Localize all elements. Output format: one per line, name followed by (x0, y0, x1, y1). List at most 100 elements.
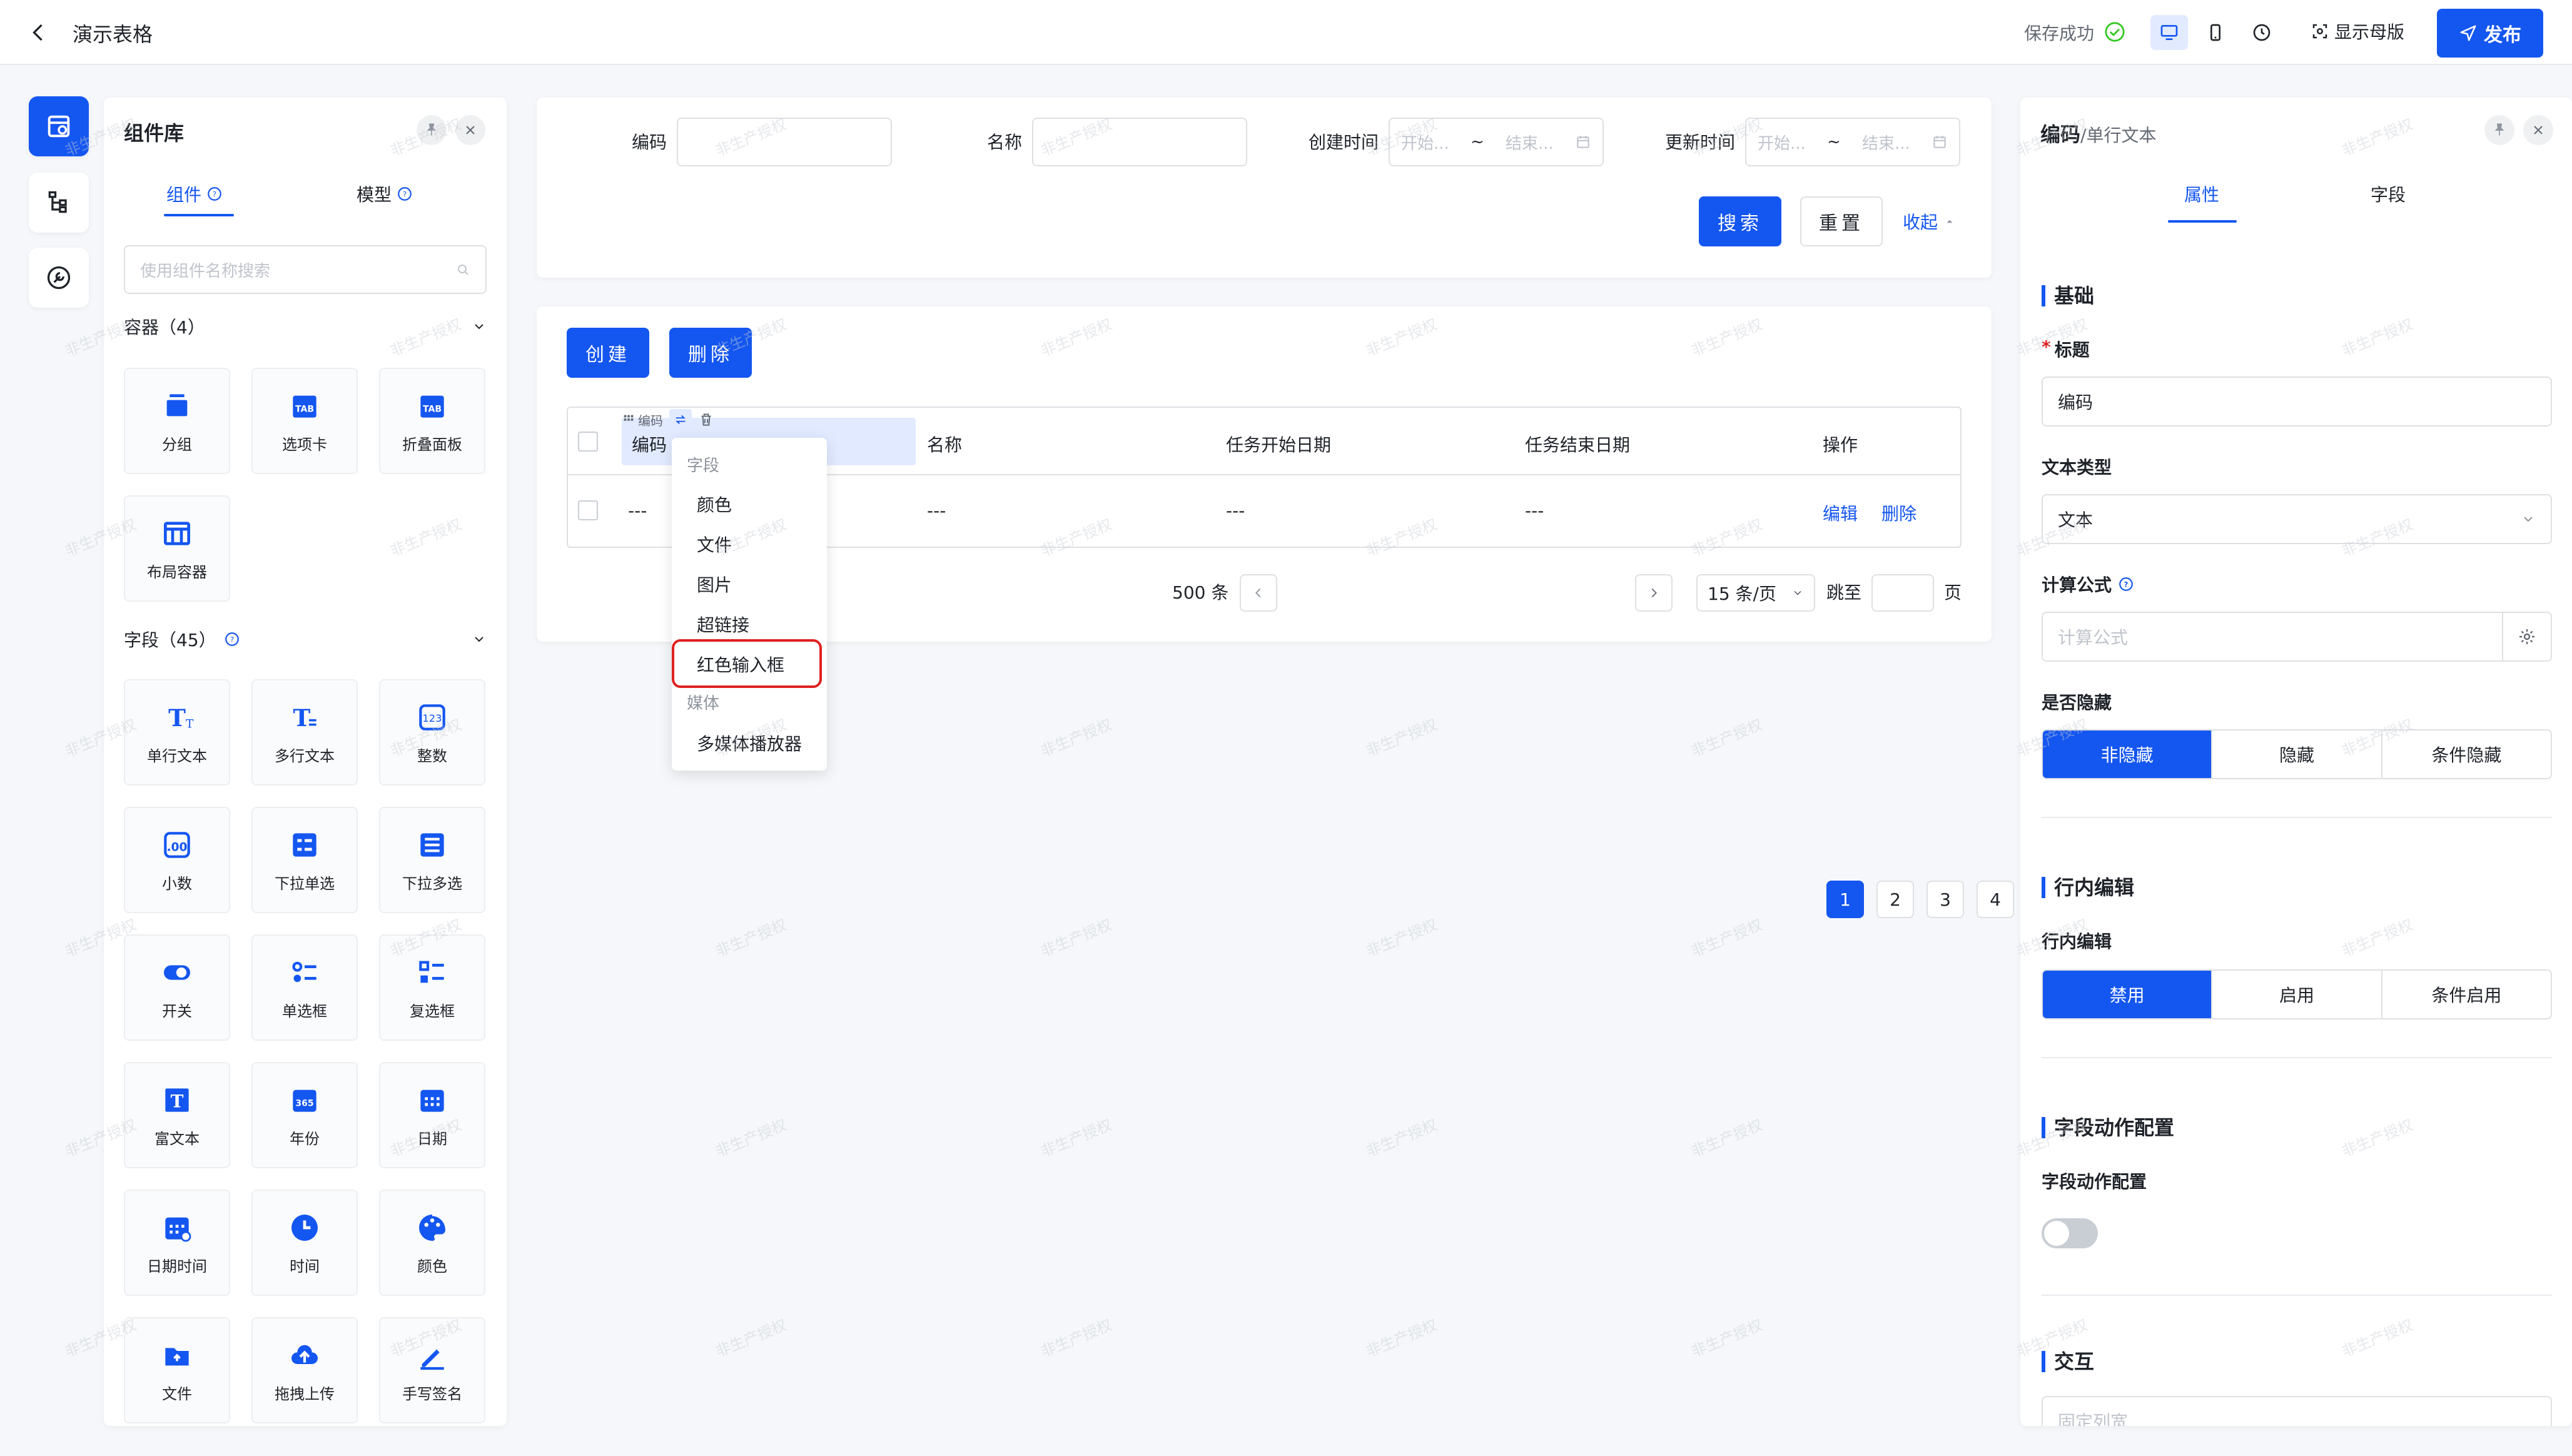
inline-option-enabled[interactable]: 启用 (2212, 971, 2382, 1018)
fixed-column-width-input[interactable]: 固定列宽 (2042, 1396, 2552, 1426)
close-icon (466, 126, 475, 134)
page-size-select[interactable]: 15 条/页 (1696, 574, 1815, 612)
pin-button[interactable] (417, 115, 447, 145)
create-button[interactable]: 创建 (567, 328, 649, 378)
row-checkbox[interactable] (578, 500, 598, 520)
hidden-option-visible[interactable]: 非隐藏 (2043, 731, 2213, 778)
chevron-left-icon[interactable] (28, 21, 50, 44)
component-card-file[interactable]: 文件 (124, 1317, 230, 1423)
start-placeholder: 开始... (1758, 134, 1806, 153)
component-card-color[interactable]: 颜色 (379, 1190, 485, 1296)
reset-button[interactable]: 重置 (1800, 196, 1883, 246)
row-edit-link[interactable]: 编辑 (1823, 500, 1858, 525)
svg-text:T: T (171, 1091, 184, 1111)
component-card-multi[interactable]: 下拉多选 (379, 807, 485, 913)
menu-item-color[interactable]: 颜色 (697, 492, 732, 517)
page-button[interactable]: 3 (1926, 881, 1964, 918)
text-type-select[interactable]: 文本 (2042, 494, 2552, 544)
component-card-date[interactable]: 日期 (379, 1062, 485, 1168)
component-card-radio[interactable]: 单选框 (251, 934, 358, 1041)
component-card-text2[interactable]: T 多行文本 (251, 679, 358, 786)
menu-group-field: 字段 (687, 457, 720, 475)
menu-item-media-player[interactable]: 多媒体播放器 (697, 731, 802, 756)
next-page-button[interactable] (1635, 574, 1673, 612)
updated-time-range-input[interactable]: 开始... ~ 结束... (1745, 118, 1960, 166)
watermark-text: 非生产授权 (1038, 916, 1115, 961)
menu-item-image[interactable]: 图片 (697, 572, 732, 597)
prev-page-button[interactable] (1240, 574, 1277, 612)
col-header-name[interactable]: 名称 (927, 432, 962, 457)
hidden-option-conditional[interactable]: 条件隐藏 (2382, 731, 2551, 778)
fields-section-header[interactable]: 字段（45） ? (124, 627, 487, 652)
desktop-view-button[interactable] (2150, 15, 2188, 50)
col-header-code[interactable]: 编码 (632, 432, 667, 457)
component-card-year[interactable]: 365 年份 (251, 1062, 358, 1168)
trash-icon[interactable] (698, 412, 714, 428)
name-input[interactable] (1032, 118, 1247, 166)
component-card-select[interactable]: 下拉单选 (251, 807, 358, 913)
inline-option-conditional[interactable]: 条件启用 (2382, 971, 2551, 1018)
mobile-view-button[interactable] (2197, 15, 2234, 50)
component-card-time[interactable]: 时间 (251, 1190, 358, 1296)
component-card-rich[interactable]: T 富文本 (124, 1062, 230, 1168)
created-time-range-input[interactable]: 开始... ~ 结束... (1389, 118, 1604, 166)
component-card-tab[interactable]: TAB 折叠面板 (379, 368, 485, 474)
watermark-text: 非生产授权 (713, 1316, 789, 1361)
formula-input[interactable]: 计算公式 (2042, 612, 2552, 662)
component-card-switch[interactable]: 开关 (124, 934, 230, 1041)
row-delete-link[interactable]: 删除 (1881, 500, 1916, 525)
rail-settings-button[interactable] (29, 248, 89, 308)
component-card-datetime[interactable]: 日期时间 (124, 1190, 230, 1296)
col-header-start-date[interactable]: 任务开始日期 (1226, 432, 1331, 457)
tab-models[interactable]: 模型 ? (357, 181, 413, 206)
help-icon[interactable]: ? (2118, 576, 2134, 592)
inline-option-disabled[interactable]: 禁用 (2043, 971, 2213, 1018)
component-card-sign[interactable]: 手写签名 (379, 1317, 485, 1423)
component-card-check[interactable]: 复选框 (379, 934, 485, 1041)
component-card-text1[interactable]: T T 单行文本 (124, 679, 230, 786)
hidden-option-hidden[interactable]: 隐藏 (2212, 731, 2382, 778)
jump-input[interactable] (1871, 574, 1934, 612)
select-all-checkbox[interactable] (578, 432, 598, 452)
containers-section-header[interactable]: 容器（4） (124, 314, 487, 339)
pin-button[interactable] (2484, 115, 2514, 145)
required-mark: * (2042, 336, 2051, 357)
page-button[interactable]: 2 (1876, 881, 1914, 918)
collapse-toggle[interactable]: 收起 (1903, 209, 1955, 234)
code-input[interactable] (677, 118, 892, 166)
tab-attributes[interactable]: 属性 (2184, 181, 2219, 206)
menu-item-file[interactable]: 文件 (697, 532, 732, 557)
search-button[interactable]: 搜索 (1699, 196, 1781, 246)
component-card-group[interactable]: 分组 (124, 368, 230, 474)
switch-type-button[interactable] (669, 409, 692, 430)
component-label: 整数 (417, 747, 447, 765)
cell-code: --- (628, 500, 647, 521)
component-label: 复选框 (410, 1002, 455, 1020)
component-search-input[interactable]: 使用组件名称搜索 (124, 245, 487, 294)
tab-fields[interactable]: 字段 (2371, 181, 2406, 206)
close-properties-button[interactable] (2523, 115, 2553, 145)
component-label: 下拉多选 (402, 874, 462, 892)
tab-components[interactable]: 组件 ? (166, 181, 223, 206)
page-button[interactable]: 1 (1826, 881, 1864, 918)
column-drag-handle[interactable]: 编码 (622, 411, 663, 429)
rail-components-button[interactable] (29, 96, 89, 156)
formula-settings-button[interactable] (2502, 613, 2551, 660)
history-button[interactable] (2243, 15, 2281, 50)
component-card-tab[interactable]: TAB 选项卡 (251, 368, 358, 474)
title-input-value: 编码 (2058, 392, 2094, 413)
menu-item-hyperlink[interactable]: 超链接 (697, 612, 749, 637)
page-button[interactable]: 4 (1977, 881, 2014, 918)
close-library-button[interactable] (455, 115, 485, 145)
component-card-upload[interactable]: 拖拽上传 (251, 1317, 358, 1423)
publish-button[interactable]: 发布 (2437, 9, 2543, 58)
component-card-layout[interactable]: 布局容器 (124, 495, 230, 602)
rail-tree-button[interactable] (29, 173, 89, 233)
title-input[interactable]: 编码 (2042, 377, 2552, 427)
delete-button[interactable]: 删除 (669, 328, 752, 378)
field-actions-toggle[interactable] (2042, 1218, 2098, 1248)
component-card-int[interactable]: 123 整数 (379, 679, 485, 786)
show-master-button[interactable]: 显示母版 (2311, 19, 2404, 44)
component-card-dec[interactable]: .00 小数 (124, 807, 230, 913)
col-header-end-date[interactable]: 任务结束日期 (1525, 432, 1630, 457)
